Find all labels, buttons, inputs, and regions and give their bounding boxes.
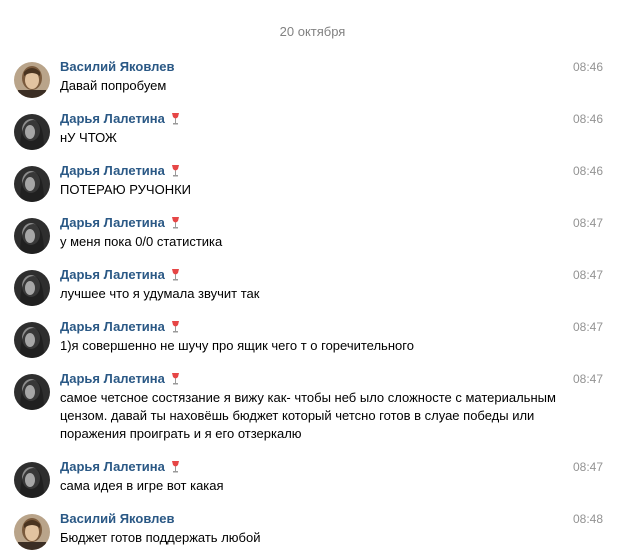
author-name-link[interactable]: Василий Яковлев [60,59,174,75]
author-name[interactable]: Василий Яковлев [60,59,174,74]
author-name-link[interactable]: Дарья Лалетина [60,319,180,337]
message-text: нУ ЧТОЖ [60,130,117,145]
author-name-link[interactable]: Дарья Лалетина [60,111,180,129]
message-time[interactable]: 08:48 [573,511,603,527]
avatar[interactable] [14,374,50,410]
author-name[interactable]: Дарья Лалетина [60,459,165,474]
wine-glass-icon [171,461,180,477]
wine-glass-icon [171,321,180,337]
message-time[interactable]: 08:47 [573,371,603,387]
author-name-link[interactable]: Дарья Лалетина [60,371,180,389]
message-text: самое четсное состязание я вижу как- что… [60,390,556,441]
message-text: сама идея в игре вот какая [60,478,224,493]
author-name-link[interactable]: Дарья Лалетина [60,267,180,285]
author-name[interactable]: Дарья Лалетина [60,215,165,230]
author-name[interactable]: Василий Яковлев [60,511,174,526]
message-text: лучшее что я удумала звучит так [60,286,260,301]
avatar[interactable] [14,322,50,358]
avatar[interactable] [14,166,50,202]
message-time[interactable]: 08:46 [573,59,603,75]
author-name-link[interactable]: Василий Яковлев [60,511,174,527]
wine-glass-icon [171,373,180,389]
message-text: Давай попробуем [60,78,167,93]
avatar[interactable] [14,462,50,498]
author-name[interactable]: Дарья Лалетина [60,111,165,126]
message-text: у меня пока 0/0 статистика [60,234,223,249]
author-name[interactable]: Дарья Лалетина [60,267,165,282]
avatar[interactable] [14,514,50,550]
chat-history: 20 октября Василий Яковлев 08:46 Давай п… [0,0,625,558]
author-name-link[interactable]: Дарья Лалетина [60,163,180,181]
author-name-link[interactable]: Дарья Лалетина [60,459,180,477]
author-name-link[interactable]: Дарья Лалетина [60,215,180,233]
wine-glass-icon [171,269,180,285]
wine-glass-icon [171,165,180,181]
author-name[interactable]: Дарья Лалетина [60,371,165,386]
wine-glass-icon [171,217,180,233]
author-name[interactable]: Дарья Лалетина [60,163,165,178]
message-time[interactable]: 08:46 [573,163,603,179]
message-text: 1)я совершенно не шучу про ящик чего т о… [60,338,414,353]
message-text: ПОТЕРАЮ РУЧОНКИ [60,182,192,197]
date-separator: 20 октября [279,24,346,39]
message-text: Бюджет готов поддержать любой [60,530,261,545]
avatar[interactable] [14,270,50,306]
message-time[interactable]: 08:47 [573,319,603,335]
message-time[interactable]: 08:47 [573,267,603,283]
message-time[interactable]: 08:47 [573,459,603,475]
author-name[interactable]: Дарья Лалетина [60,319,165,334]
avatar[interactable] [14,114,50,150]
wine-glass-icon [171,113,180,129]
message-time[interactable]: 08:46 [573,111,603,127]
avatar[interactable] [14,218,50,254]
message-time[interactable]: 08:47 [573,215,603,231]
avatar[interactable] [14,62,50,98]
